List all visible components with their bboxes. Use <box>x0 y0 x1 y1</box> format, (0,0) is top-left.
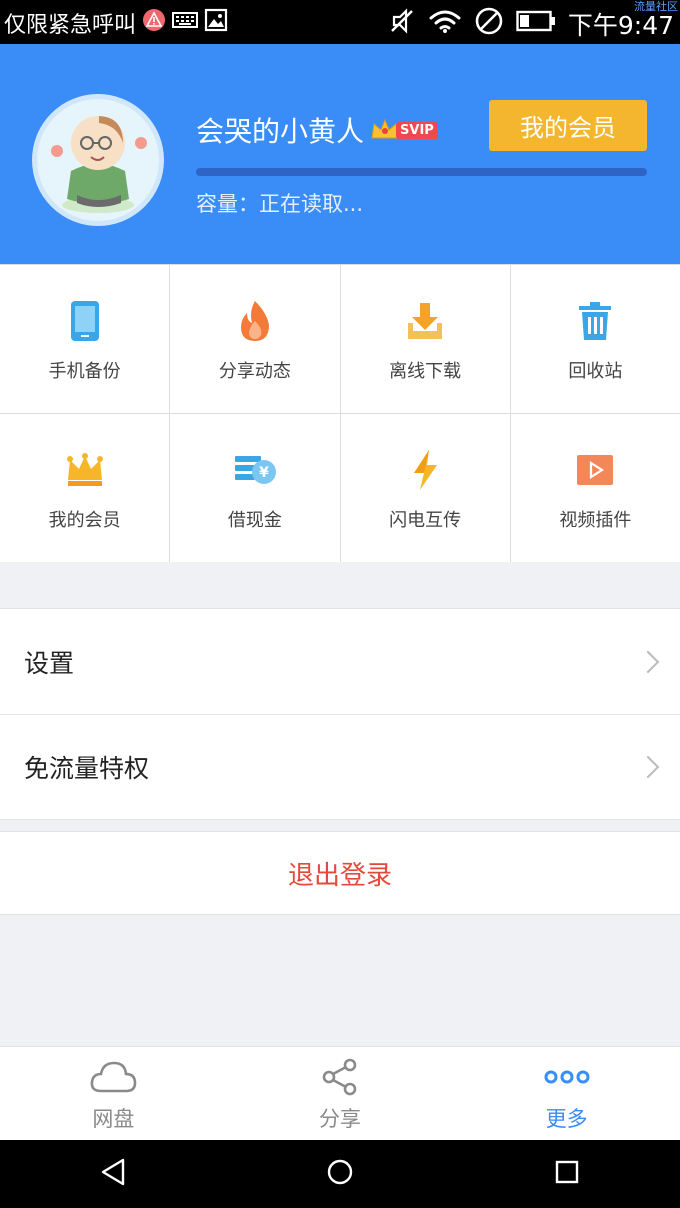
grid-item-label: 离线下载 <box>389 361 462 382</box>
svip-badge: SVIP <box>370 118 438 142</box>
tab-label: 分享 <box>319 1107 361 1131</box>
back-icon[interactable] <box>99 1157 127 1191</box>
profile-header: 会哭的小黄人 SVIP 我的会员 容量：正在读取... <box>0 44 680 264</box>
grid-item-video-plugin[interactable]: 视频插件 <box>510 414 680 562</box>
tab-label: 网盘 <box>92 1107 135 1131</box>
free-data-label: 免流量特权 <box>24 754 150 783</box>
chevron-right-icon <box>636 650 660 673</box>
home-icon[interactable] <box>325 1157 355 1191</box>
grid-item-recycle-bin[interactable]: 回收站 <box>510 265 680 413</box>
username-text: 会哭的小黄人 <box>196 115 365 148</box>
logout-button[interactable]: 退出登录 <box>0 831 680 915</box>
warning-icon <box>142 8 166 38</box>
carrier-text: 仅限紧急呼叫 <box>4 13 137 38</box>
watermark: 流量社区 <box>634 0 678 13</box>
tab-netdisk[interactable]: 网盘 <box>0 1047 227 1140</box>
phone-icon <box>63 299 107 343</box>
my-membership-button[interactable]: 我的会员 <box>489 100 647 151</box>
cloud-icon <box>89 1057 137 1097</box>
lightning-icon <box>403 448 447 492</box>
svg-text:¥: ¥ <box>259 465 269 481</box>
vibrate-off-icon <box>388 7 416 41</box>
grid-item-phone-backup[interactable]: 手机备份 <box>0 265 170 413</box>
grid-item-label: 闪电互传 <box>389 510 462 531</box>
trash-icon <box>573 299 617 343</box>
tab-more[interactable]: 更多 <box>453 1047 680 1140</box>
block-icon <box>474 6 504 42</box>
avatar[interactable] <box>32 94 164 226</box>
grid-item-share-feed[interactable]: 分享动态 <box>170 265 340 413</box>
cash-icon: ¥ <box>233 448 277 492</box>
keyboard-icon <box>172 10 199 36</box>
grid-item-label: 回收站 <box>568 361 623 382</box>
status-left: 仅限紧急呼叫 <box>4 7 228 39</box>
grid-item-offline-download[interactable]: 离线下载 <box>340 265 510 413</box>
username: 会哭的小黄人 SVIP <box>196 110 438 150</box>
image-icon <box>204 8 228 38</box>
wifi-icon <box>428 8 462 40</box>
storage-progress-bar <box>196 168 647 176</box>
tab-share[interactable]: 分享 <box>227 1047 454 1140</box>
bottom-tab-bar: 网盘 分享 更多 <box>0 1046 680 1140</box>
tab-label: 更多 <box>545 1107 588 1131</box>
status-right: 下午9:47 <box>388 6 674 42</box>
grid-item-flash-transfer[interactable]: 闪电互传 <box>340 414 510 562</box>
grid-item-label: 我的会员 <box>48 510 121 531</box>
settings-list: 设置 免流量特权 <box>0 608 680 820</box>
crown-icon <box>63 448 107 492</box>
capacity-text: 容量：正在读取... <box>196 192 364 216</box>
settings-label: 设置 <box>24 648 75 678</box>
grid-item-membership[interactable]: 我的会员 <box>0 414 170 562</box>
battery-icon <box>516 9 556 39</box>
flame-icon <box>233 299 277 343</box>
chevron-right-icon <box>636 755 660 779</box>
share-icon <box>316 1057 364 1097</box>
grid-item-label: 手机备份 <box>48 361 121 382</box>
grid-item-label: 借现金 <box>227 510 282 531</box>
recents-icon[interactable] <box>553 1158 581 1190</box>
free-data-privilege-row[interactable]: 免流量特权 <box>0 714 680 819</box>
grid-item-label: 视频插件 <box>559 510 632 531</box>
system-nav-bar <box>0 1140 680 1208</box>
svip-label: SVIP <box>396 121 438 139</box>
more-dots-icon <box>543 1057 591 1097</box>
video-play-icon <box>573 448 617 492</box>
status-bar: 仅限紧急呼叫 下午9:47 流量社区 <box>0 0 680 44</box>
grid-item-label: 分享动态 <box>218 361 291 382</box>
feature-grid: 手机备份 分享动态 离线下载 回收站 我的会员 ¥ 借现金 闪电互传 视频插件 <box>0 264 680 562</box>
settings-row[interactable]: 设置 <box>0 609 680 714</box>
download-icon <box>403 299 447 343</box>
grid-item-borrow-cash[interactable]: ¥ 借现金 <box>170 414 340 562</box>
